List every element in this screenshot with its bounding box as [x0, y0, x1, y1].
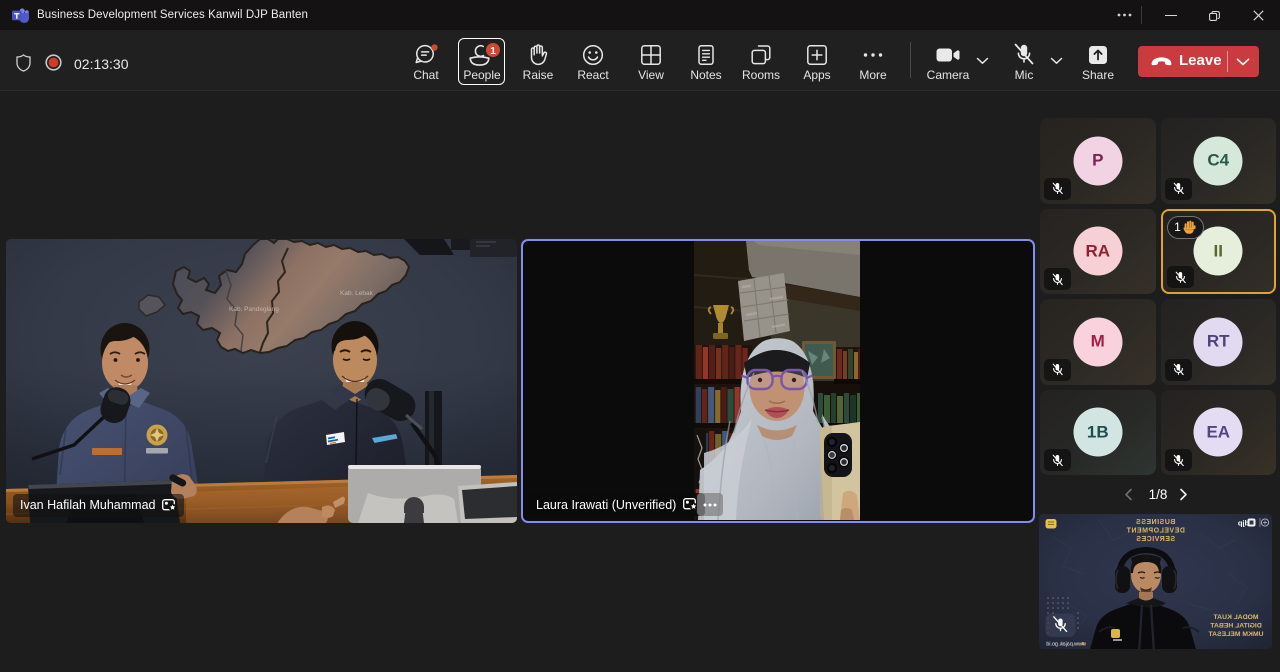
svg-text:BUSINESS: BUSINESS — [1136, 519, 1176, 526]
svg-text:SERVICES: SERVICES — [1136, 536, 1175, 543]
svg-text:MODAL KUAT: MODAL KUAT — [1213, 614, 1259, 621]
svg-text:UMKM MELESAT: UMKM MELESAT — [1208, 631, 1264, 638]
svg-text:Kab. Pandeglang: Kab. Pandeglang — [229, 306, 279, 313]
svg-text:1: 1 — [490, 45, 496, 57]
svg-text:DIGITAL HEBAT: DIGITAL HEBAT — [1209, 623, 1261, 630]
svg-text:www.pajak.go.id: www.pajak.go.id — [1046, 642, 1087, 648]
svg-text:DEVELOPMENT: DEVELOPMENT — [1126, 528, 1185, 535]
svg-text:Kab. Lebak: Kab. Lebak — [340, 290, 374, 297]
svg-text:djp: djp — [1237, 519, 1249, 528]
